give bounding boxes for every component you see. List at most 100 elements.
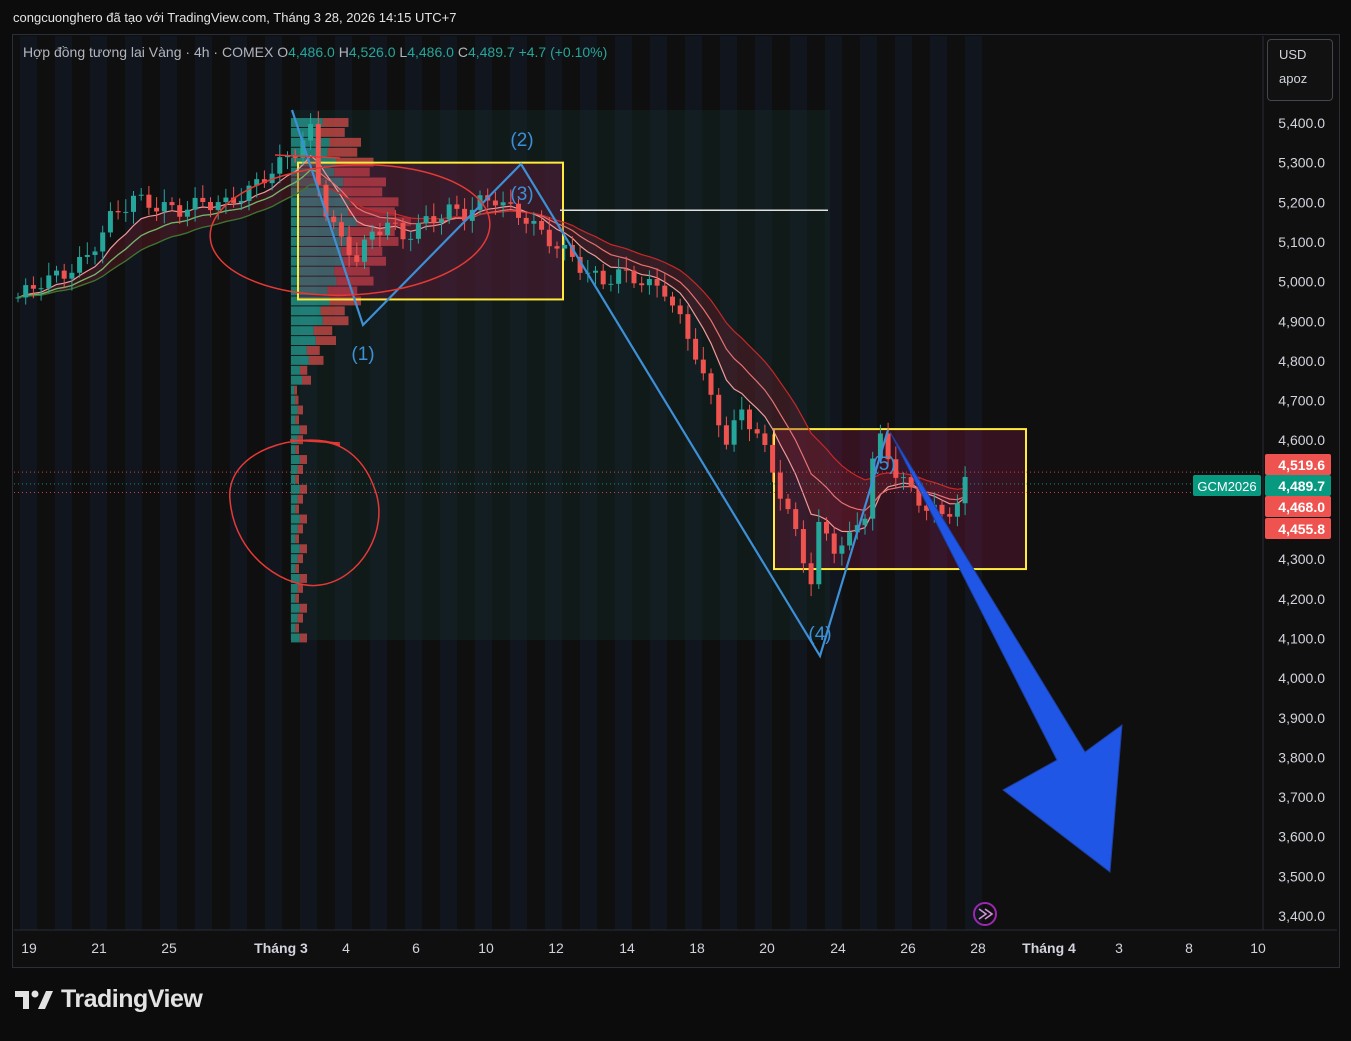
candle-body	[723, 425, 729, 445]
time-tick-label: 10	[478, 940, 494, 956]
profile-bar-down	[295, 415, 299, 425]
candle-body	[431, 216, 437, 223]
time-tick-label: Tháng 3	[254, 940, 308, 956]
candle-body	[30, 285, 36, 289]
candle-body	[654, 278, 660, 286]
profile-bar-down	[313, 326, 333, 336]
candle-body	[777, 472, 783, 499]
session-band	[160, 36, 177, 930]
candle-body	[392, 222, 398, 224]
profile-bar-down	[306, 346, 320, 355]
wave-label: (5)	[872, 454, 895, 475]
symbol-legend[interactable]: Hợp đồng tương lai Vàng · 4h · COMEX O4,…	[23, 44, 607, 60]
candle-body	[623, 269, 629, 271]
candle-body	[808, 563, 814, 585]
profile-bar-up	[291, 425, 300, 435]
price-tick-label: 4,000.0	[1278, 670, 1325, 686]
candle-body	[369, 231, 375, 240]
profile-bar-up	[291, 405, 298, 415]
candle-body	[92, 251, 98, 255]
candle-body	[708, 373, 714, 395]
candle-body	[46, 275, 52, 289]
candle-body	[500, 202, 506, 206]
candle-body	[639, 283, 645, 286]
wave-label: (3)	[510, 184, 533, 205]
profile-bar-down	[297, 613, 303, 623]
candle-body	[793, 509, 799, 530]
profile-bar-down	[308, 355, 324, 365]
profile-bar-up	[291, 474, 296, 484]
profile-bar-up	[291, 504, 296, 514]
candle-body	[554, 246, 560, 249]
profile-bar-down	[294, 385, 297, 395]
price-tick-label: 4,600.0	[1278, 432, 1325, 448]
price-tick-label: 3,400.0	[1278, 908, 1325, 924]
tradingview-logo[interactable]: TradingView	[15, 985, 203, 1014]
candle-body	[423, 216, 429, 224]
time-tick-label: Tháng 4	[1022, 940, 1076, 956]
session-band	[55, 36, 72, 930]
price-chart[interactable]: (1) (2) (3) (4) (5) 3,400.0 3,500.0 3,600.0 3,7…	[0, 0, 1351, 1041]
price-tick-label: 5,300.0	[1278, 155, 1325, 171]
candle-body	[385, 222, 391, 236]
time-tick-label: 24	[830, 940, 846, 956]
candle-body	[816, 521, 822, 585]
candle-body	[154, 207, 160, 212]
profile-bar-down	[295, 474, 299, 484]
profile-bar-up	[291, 365, 300, 375]
profile-bar-down	[299, 484, 307, 494]
symbol-tag-text: GCM2026	[1197, 479, 1256, 494]
brand-name: TradingView	[61, 985, 203, 1013]
profile-bar-down	[299, 574, 307, 583]
candle-body	[192, 197, 198, 210]
candle-body	[115, 211, 121, 213]
profile-bar-down	[322, 118, 349, 127]
price-tick-label: 5,200.0	[1278, 194, 1325, 210]
price-tick-label: 4,900.0	[1278, 313, 1325, 329]
candle-body	[839, 545, 845, 554]
profile-bar-up	[291, 544, 300, 554]
profile-bar-up	[291, 375, 302, 385]
candle-body	[223, 197, 229, 203]
candle-body	[762, 433, 768, 445]
price-tick-label: 5,400.0	[1278, 115, 1325, 131]
candle-body	[847, 532, 853, 546]
candle-body	[824, 521, 829, 534]
time-tick-label: 3	[1115, 940, 1123, 956]
candle-body	[215, 202, 221, 211]
profile-bar-up	[291, 564, 296, 574]
profile-bar-down	[295, 564, 299, 574]
price-tag-text: 4,519.6	[1278, 457, 1325, 473]
candle-body	[315, 123, 321, 185]
time-tick-label: 8	[1185, 940, 1193, 956]
profile-bar-down	[299, 514, 307, 524]
candle-body	[100, 232, 106, 252]
candle-body	[54, 270, 59, 276]
candle-body	[608, 283, 614, 285]
symbol-name[interactable]: Hợp đồng tương lai Vàng · 4h · COMEX	[23, 44, 273, 60]
profile-bar-down	[299, 425, 307, 435]
profile-bar-down	[297, 494, 303, 504]
price-tick-label: 4,300.0	[1278, 551, 1325, 567]
time-tick-label: 4	[342, 940, 350, 956]
profile-bar-up	[291, 316, 323, 326]
currency-selector[interactable]: USD apoz	[1267, 39, 1333, 101]
candle-body	[169, 202, 175, 206]
candle-body	[131, 195, 136, 212]
profile-bar-up	[291, 455, 300, 464]
profile-bar-up	[291, 603, 300, 613]
wave-label: (1)	[351, 344, 374, 365]
tradingview-logo-icon	[15, 990, 53, 1009]
candle-body	[539, 220, 545, 230]
profile-bar-up	[291, 613, 298, 623]
open-value: 4,486.0	[288, 44, 335, 60]
candle-body	[693, 338, 699, 360]
candle-body	[523, 217, 529, 224]
currency-label[interactable]: USD	[1268, 40, 1332, 62]
time-tick-label: 14	[619, 940, 635, 956]
profile-bar-down	[299, 365, 308, 375]
profile-bar-up	[291, 514, 300, 524]
profile-bar-up	[291, 494, 298, 504]
profile-bar-down	[329, 137, 361, 147]
time-tick-label: 28	[970, 940, 986, 956]
